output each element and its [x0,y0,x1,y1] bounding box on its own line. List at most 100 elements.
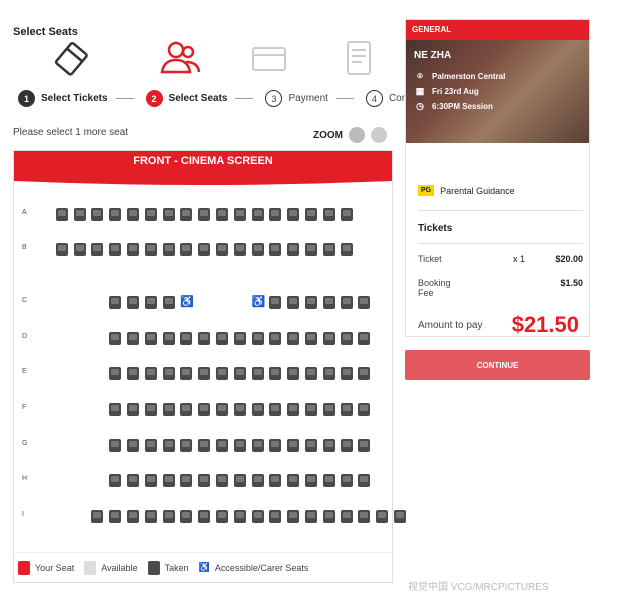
seat[interactable] [180,243,193,256]
continue-button[interactable]: CONTINUE [405,350,590,380]
seat[interactable] [269,403,282,416]
seat[interactable] [109,474,122,487]
seat[interactable] [340,403,353,416]
seat[interactable] [127,243,139,256]
seat[interactable] [127,208,139,221]
seat[interactable] [144,243,157,256]
seat[interactable] [216,367,228,380]
seat[interactable] [91,243,104,256]
seat[interactable] [109,208,122,221]
seat[interactable] [322,474,335,487]
seat[interactable] [251,439,264,452]
seat[interactable] [287,208,300,221]
seat[interactable] [305,332,317,345]
seat[interactable] [127,403,139,416]
seat[interactable] [216,403,228,416]
seat[interactable] [198,439,211,452]
seat[interactable] [216,208,228,221]
seat[interactable] [144,510,157,523]
seat[interactable] [109,243,122,256]
seat[interactable] [180,510,193,523]
seat[interactable] [340,296,353,309]
seat[interactable] [198,208,211,221]
seat[interactable] [55,243,68,256]
seat[interactable] [198,332,211,345]
seat[interactable] [269,296,282,309]
seat[interactable] [162,332,175,345]
seat[interactable] [162,296,175,309]
seat[interactable] [127,474,139,487]
seat[interactable] [233,510,246,523]
seat[interactable] [233,332,246,345]
seat[interactable] [144,474,157,487]
seat[interactable] [269,208,282,221]
seat[interactable] [73,243,86,256]
seat[interactable] [340,439,353,452]
zoom-in-button[interactable] [371,127,387,143]
seat[interactable] [305,208,317,221]
seat[interactable] [216,243,228,256]
seat[interactable] [305,243,317,256]
zoom-out-button[interactable] [349,127,365,143]
seat[interactable] [109,403,122,416]
seat[interactable] [358,367,371,380]
seat[interactable] [251,367,264,380]
seat[interactable] [340,474,353,487]
seat[interactable] [322,243,335,256]
seat[interactable] [109,367,122,380]
seat[interactable] [340,332,353,345]
seat[interactable] [251,403,264,416]
seat[interactable] [305,439,317,452]
seat[interactable] [287,367,300,380]
seat[interactable] [305,296,317,309]
seat[interactable] [287,510,300,523]
seat[interactable] [144,439,157,452]
seat[interactable] [251,243,264,256]
seat[interactable] [269,332,282,345]
seat[interactable] [340,243,353,256]
seat[interactable] [340,367,353,380]
seat[interactable] [216,474,228,487]
seat[interactable] [144,367,157,380]
seat[interactable] [198,510,211,523]
seat[interactable] [233,403,246,416]
seat[interactable] [305,510,317,523]
wheelchair-seat-icon[interactable]: ♿ [252,296,266,309]
seat[interactable] [109,510,122,523]
seat[interactable] [216,332,228,345]
seat[interactable] [269,474,282,487]
seat[interactable] [287,474,300,487]
seat[interactable] [233,439,246,452]
seat[interactable] [305,403,317,416]
seat[interactable] [144,332,157,345]
seat[interactable] [127,296,139,309]
seat[interactable] [233,208,246,221]
seat[interactable] [198,367,211,380]
seat[interactable] [269,367,282,380]
seat[interactable] [91,208,104,221]
seat[interactable] [322,332,335,345]
seat[interactable] [376,510,389,523]
seat[interactable] [180,439,193,452]
seat[interactable] [180,208,193,221]
seat[interactable] [358,474,371,487]
seat[interactable] [358,296,371,309]
seat[interactable] [180,474,193,487]
seat[interactable] [322,510,335,523]
seat[interactable] [251,474,264,487]
seat[interactable] [251,208,264,221]
seat[interactable] [109,296,122,309]
seat[interactable] [305,367,317,380]
seat[interactable] [144,403,157,416]
seat[interactable] [55,208,68,221]
seat[interactable] [358,510,371,523]
seat[interactable] [322,208,335,221]
seat[interactable] [144,208,157,221]
seat[interactable] [287,403,300,416]
seat[interactable] [269,243,282,256]
seat[interactable] [251,510,264,523]
seat[interactable] [322,403,335,416]
seat[interactable] [73,208,86,221]
seat[interactable] [180,367,193,380]
seat[interactable] [127,510,139,523]
